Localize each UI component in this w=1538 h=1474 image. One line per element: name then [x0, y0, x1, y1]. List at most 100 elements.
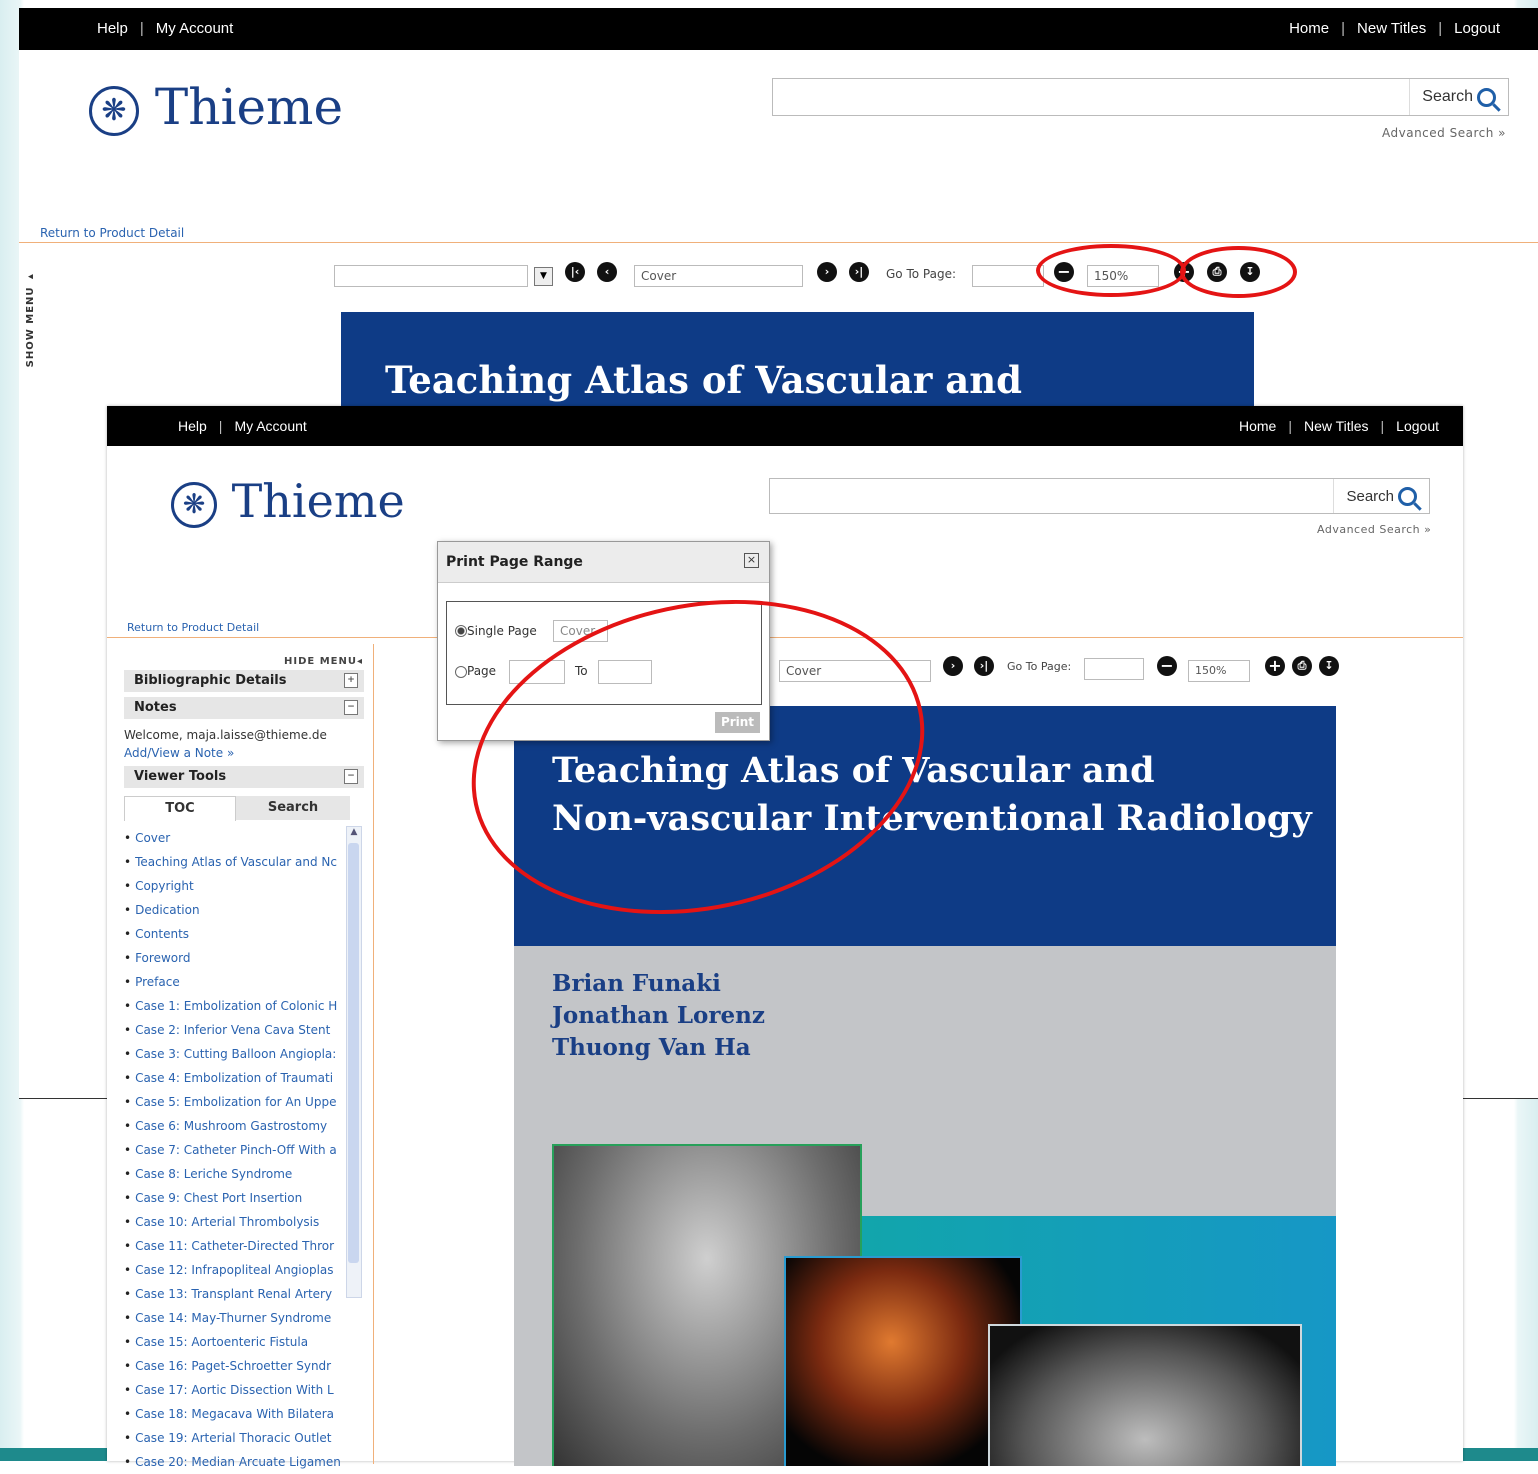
- chapter-dropdown-button[interactable]: ▼: [534, 267, 553, 286]
- close-icon[interactable]: ×: [744, 553, 759, 568]
- toc-item[interactable]: Case 17: Aortic Dissection With L: [124, 1378, 346, 1402]
- toc-item[interactable]: Case 19: Arterial Thoracic Outlet: [124, 1426, 346, 1450]
- thieme-tree-icon: ❋: [89, 86, 139, 136]
- add-note-link[interactable]: Add/View a Note »: [124, 746, 234, 760]
- hide-menu-toggle[interactable]: HIDE MENU◂: [284, 656, 363, 667]
- toc-item[interactable]: Case 15: Aortoenteric Fistula: [124, 1330, 346, 1354]
- toc-scrollbar[interactable]: ▲: [346, 826, 362, 1298]
- viewer-tools-header[interactable]: Viewer Tools −: [124, 766, 364, 788]
- my-account-link[interactable]: My Account: [156, 20, 234, 37]
- help-link[interactable]: Help: [97, 20, 128, 37]
- scroll-up-icon[interactable]: ▲: [347, 827, 361, 841]
- toc-item[interactable]: Teaching Atlas of Vascular and Nc: [124, 850, 346, 874]
- current-page-field[interactable]: Cover: [634, 265, 803, 287]
- print-download-highlight: [1180, 246, 1297, 298]
- tab-search[interactable]: Search: [236, 796, 350, 820]
- bibliographic-details-header[interactable]: Bibliographic Details +: [124, 670, 364, 692]
- next-page-icon[interactable]: ›: [943, 656, 963, 676]
- toc-list: Cover Teaching Atlas of Vascular and Nc …: [124, 826, 346, 1474]
- advanced-search-link[interactable]: Advanced Search »: [1317, 523, 1431, 536]
- next-page-icon[interactable]: ›: [817, 262, 837, 282]
- toc-item[interactable]: Case 7: Catheter Pinch-Off With a: [124, 1138, 346, 1162]
- my-account-link[interactable]: My Account: [234, 418, 306, 434]
- prev-page-icon[interactable]: ‹: [597, 262, 617, 282]
- toc-item[interactable]: Case 16: Paget-Schroetter Syndr: [124, 1354, 346, 1378]
- show-menu-toggle[interactable]: SHOW MENU ▸: [25, 270, 36, 367]
- toc-item[interactable]: Case 2: Inferior Vena Cava Stent: [124, 1018, 346, 1042]
- toc-item[interactable]: Case 6: Mushroom Gastrostomy: [124, 1114, 346, 1138]
- toc-item[interactable]: Contents: [124, 922, 346, 946]
- toc-item[interactable]: Cover: [124, 826, 346, 850]
- divider: [19, 242, 1538, 243]
- expand-icon[interactable]: +: [344, 673, 358, 688]
- logout-link[interactable]: Logout: [1454, 20, 1500, 37]
- zoom-field[interactable]: 150%: [1188, 660, 1250, 682]
- new-titles-link[interactable]: New Titles: [1304, 418, 1369, 434]
- toc-item[interactable]: Case 11: Catheter-Directed Thror: [124, 1234, 346, 1258]
- author-3: Thuong Van Ha: [552, 1034, 751, 1061]
- return-to-product-link[interactable]: Return to Product Detail: [127, 621, 259, 634]
- new-titles-link[interactable]: New Titles: [1357, 20, 1426, 37]
- zoom-in-icon[interactable]: +: [1265, 656, 1285, 676]
- help-link[interactable]: Help: [178, 418, 207, 434]
- tab-toc[interactable]: TOC: [124, 796, 236, 821]
- advanced-search-link[interactable]: Advanced Search »: [1382, 126, 1506, 140]
- notes-header[interactable]: Notes −: [124, 697, 364, 719]
- toc-item[interactable]: Dedication: [124, 898, 346, 922]
- download-icon[interactable]: ↧: [1319, 656, 1339, 676]
- toc-item[interactable]: Copyright: [124, 874, 346, 898]
- print-icon[interactable]: ⎙: [1292, 656, 1312, 676]
- collapse-icon[interactable]: −: [344, 700, 358, 715]
- last-page-icon[interactable]: ›|: [974, 656, 994, 676]
- sidebar: HIDE MENU◂ Bibliographic Details + Notes…: [112, 650, 374, 1470]
- search-icon: [1398, 486, 1417, 506]
- toc-item[interactable]: Foreword: [124, 946, 346, 970]
- welcome-text: Welcome, maja.laisse@thieme.de: [124, 728, 327, 742]
- page-range-radio[interactable]: [455, 666, 467, 678]
- toc-item[interactable]: Case 1: Embolization of Colonic H: [124, 994, 346, 1018]
- scroll-thumb[interactable]: [348, 843, 359, 1263]
- zoom-highlight: [1036, 244, 1186, 297]
- logout-link[interactable]: Logout: [1396, 418, 1439, 434]
- author-2: Jonathan Lorenz: [552, 1002, 765, 1029]
- toc-item[interactable]: Case 10: Arterial Thrombolysis: [124, 1210, 346, 1234]
- collapse-icon[interactable]: −: [344, 769, 358, 784]
- book-cover-page: Teaching Atlas of Vascular and: [341, 312, 1254, 412]
- search-input[interactable]: Search: [772, 78, 1509, 116]
- last-page-icon[interactable]: ›|: [849, 262, 869, 282]
- go-to-page-input[interactable]: [1084, 658, 1144, 680]
- chapter-select[interactable]: [334, 265, 528, 287]
- toc-item[interactable]: Case 9: Chest Port Insertion: [124, 1186, 346, 1210]
- go-to-page-label: Go To Page:: [886, 267, 956, 281]
- toc-item[interactable]: Case 12: Infrapopliteal Angioplas: [124, 1258, 346, 1282]
- toc-item[interactable]: Preface: [124, 970, 346, 994]
- thieme-logo[interactable]: ❋ Thieme: [171, 474, 405, 528]
- home-link[interactable]: Home: [1239, 418, 1276, 434]
- cover-authors: Brian Funaki Jonathan Lorenz Thuong Van …: [552, 968, 765, 1064]
- go-to-page-input[interactable]: [972, 265, 1044, 287]
- toc-item[interactable]: Case 14: May-Thurner Syndrome: [124, 1306, 346, 1330]
- toc-item[interactable]: Case 8: Leriche Syndrome: [124, 1162, 346, 1186]
- toc-item[interactable]: Case 3: Cutting Balloon Angiopla:: [124, 1042, 346, 1066]
- search-input[interactable]: Search: [769, 478, 1430, 514]
- toc-item[interactable]: Case 20: Median Arcuate Ligamen: [124, 1450, 346, 1474]
- chevron-down-icon: ▼: [540, 271, 547, 281]
- cover-title-line1: Teaching Atlas of Vascular and: [385, 358, 1023, 402]
- home-link[interactable]: Home: [1289, 20, 1329, 37]
- toc-item[interactable]: Case 18: Megacava With Bilatera: [124, 1402, 346, 1426]
- toc-item[interactable]: Case 4: Embolization of Traumati: [124, 1066, 346, 1090]
- single-page-label: Single Page: [467, 624, 537, 638]
- first-page-icon[interactable]: |‹: [565, 262, 585, 282]
- toc-item[interactable]: Case 5: Embolization for An Uppe: [124, 1090, 346, 1114]
- search-button[interactable]: Search: [1333, 479, 1429, 513]
- thieme-logo[interactable]: ❋ Thieme: [89, 78, 343, 136]
- return-to-product-link[interactable]: Return to Product Detail: [40, 226, 184, 240]
- search-button[interactable]: Search: [1409, 79, 1508, 115]
- zoom-out-icon[interactable]: −: [1157, 656, 1177, 676]
- toc-item[interactable]: Case 13: Transplant Renal Artery: [124, 1282, 346, 1306]
- cover-author-band: Brian Funaki Jonathan Lorenz Thuong Van …: [514, 946, 1336, 1466]
- dialog-title: Print Page Range: [446, 554, 583, 570]
- ct-scan-image: [988, 1324, 1302, 1466]
- single-page-radio[interactable]: [455, 625, 467, 637]
- thieme-tree-icon: ❋: [171, 482, 217, 528]
